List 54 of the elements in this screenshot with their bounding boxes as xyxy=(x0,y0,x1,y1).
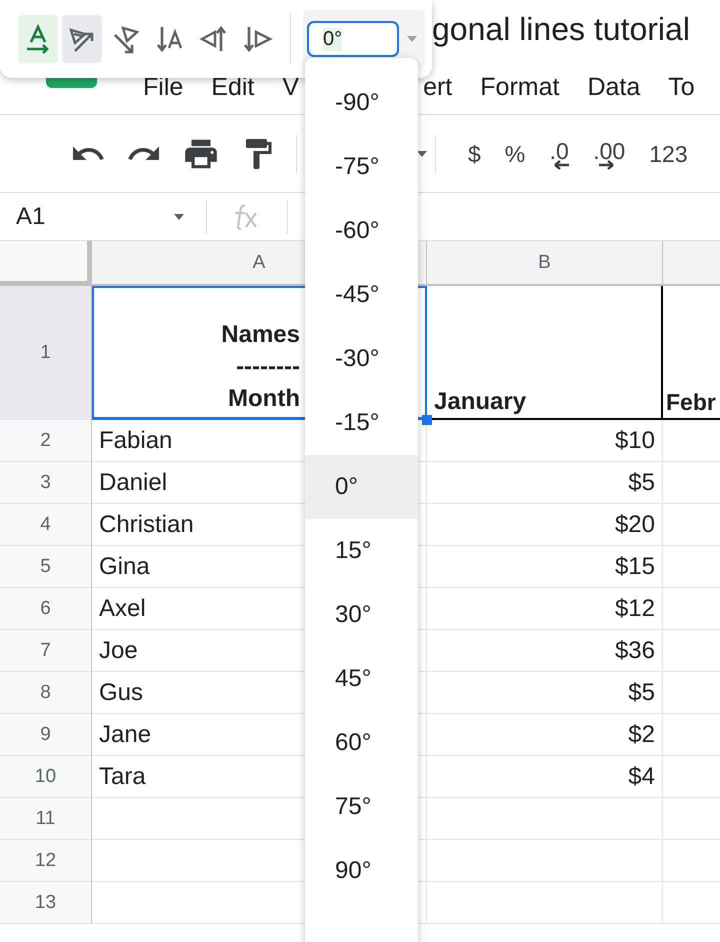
document-title[interactable]: gonal lines tutorial xyxy=(432,10,690,48)
format-button[interactable]: 123 xyxy=(649,130,688,178)
menu-item[interactable]: ert xyxy=(423,72,452,102)
format-button[interactable]: % xyxy=(504,130,526,178)
table-cell: $2 xyxy=(427,714,663,756)
row-number[interactable]: 6 xyxy=(0,588,92,630)
row-number[interactable]: 4 xyxy=(0,504,92,546)
row-number[interactable]: 3 xyxy=(0,462,92,504)
text-stack-icon xyxy=(155,24,185,54)
menu-item[interactable]: Format xyxy=(480,72,560,102)
table-cell: $5 xyxy=(427,462,663,504)
row-number[interactable]: 7 xyxy=(0,630,92,672)
row-number[interactable]: 9 xyxy=(0,714,92,756)
menu-option[interactable]: 90° xyxy=(305,839,418,903)
menu-option[interactable]: 0° xyxy=(305,455,418,519)
row-number[interactable]: 1 xyxy=(0,286,92,420)
menu-item[interactable]: Data xyxy=(587,72,640,102)
app-logo-icon[interactable] xyxy=(46,78,97,88)
format-button[interactable]: .00 xyxy=(593,130,626,178)
row-number[interactable]: 5 xyxy=(0,546,92,588)
table-cell: $12 xyxy=(427,588,663,630)
angle-input[interactable]: 0° xyxy=(307,21,399,57)
menu-item[interactable]: To xyxy=(668,72,695,102)
cell-text: -------- xyxy=(236,352,300,382)
rotate-none-button[interactable] xyxy=(18,15,58,63)
column-header[interactable]: B xyxy=(427,241,663,286)
caret-icon[interactable] xyxy=(174,214,184,220)
text-rotate-up-icon xyxy=(199,24,229,54)
row-number[interactable]: 12 xyxy=(0,840,92,882)
row-number[interactable]: 13 xyxy=(0,882,92,924)
cell-text: Month xyxy=(228,384,300,414)
table-cell: $36 xyxy=(427,630,663,672)
format-button[interactable]: .0 xyxy=(549,130,570,178)
table-cell: $15 xyxy=(427,546,663,588)
fill-handle[interactable] xyxy=(422,415,432,425)
text-tilt-down-icon xyxy=(111,24,141,54)
table-cell: January xyxy=(427,286,663,420)
table-cell: $5 xyxy=(427,672,663,714)
menu-option[interactable]: -30° xyxy=(305,327,418,391)
table-cell: $20 xyxy=(427,504,663,546)
menu-option[interactable]: -75° xyxy=(305,135,418,199)
format-button[interactable]: $ xyxy=(468,130,481,178)
table-cell: $4 xyxy=(427,756,663,798)
menu-option[interactable]: -90° xyxy=(305,71,418,135)
row-number[interactable]: 10 xyxy=(0,756,92,798)
cell-reference[interactable]: A1 xyxy=(16,202,174,230)
table-cell: Febr xyxy=(663,286,720,420)
row-number[interactable]: 8 xyxy=(0,672,92,714)
row-number[interactable]: 11 xyxy=(0,798,92,840)
row-number[interactable]: 2 xyxy=(0,420,92,462)
rotate-tilt-up-button[interactable] xyxy=(62,15,102,63)
caret-icon[interactable] xyxy=(417,150,427,156)
text-rotate-down-icon xyxy=(243,24,273,54)
cell-text: Names xyxy=(221,320,300,350)
